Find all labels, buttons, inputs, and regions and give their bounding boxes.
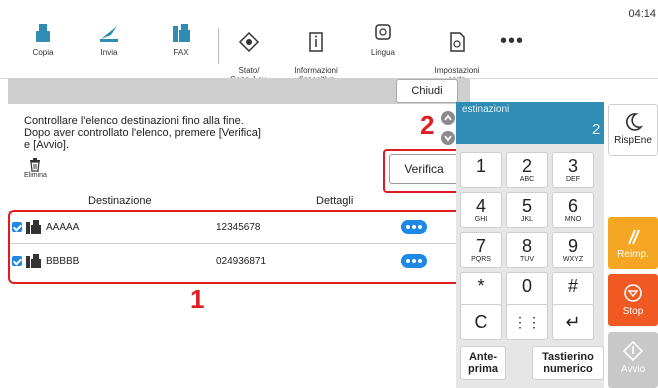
reset-button[interactable]: Reimp.	[608, 217, 658, 269]
callout-number-2: 2	[420, 110, 435, 140]
numeric-keypad-button[interactable]: Tastierino numerico	[532, 346, 604, 380]
more-options-icon[interactable]	[401, 254, 427, 268]
paper-settings-icon	[450, 32, 465, 52]
key-6[interactable]: 6 MNO	[552, 192, 594, 228]
send-icon	[100, 26, 118, 42]
start-icon	[622, 340, 644, 362]
toolbar-fax-button[interactable]: FAX	[151, 22, 211, 57]
column-details: Dettagli	[316, 195, 354, 207]
column-destination: Destinazione	[88, 195, 152, 207]
toolbar-send-button[interactable]: Invia	[79, 22, 139, 57]
toolbar-device-info-button[interactable]: Informazioni dispositivo	[286, 22, 346, 84]
fax-icon	[173, 24, 190, 42]
key-5[interactable]: 5 JKL	[506, 192, 548, 228]
toolbar-paper-settings-button[interactable]: Impostazioni carta	[427, 22, 487, 84]
close-button[interactable]: Chiudi	[396, 79, 458, 103]
delete-button[interactable]: Elimina	[24, 157, 47, 179]
more-options-icon[interactable]	[401, 220, 427, 234]
stop-button[interactable]: Stop	[608, 274, 658, 326]
key-9[interactable]: 9 WXYZ	[552, 232, 594, 268]
destination-counter-label: estinazioni	[462, 104, 510, 115]
chevron-up-icon	[444, 114, 452, 121]
device-info-icon	[309, 32, 323, 52]
preview-button[interactable]: Ante- prima	[460, 346, 506, 380]
start-button[interactable]: Avvio	[608, 332, 658, 388]
row-checkbox[interactable]	[12, 256, 22, 266]
key-4[interactable]: 4 GHI	[460, 192, 502, 228]
reset-icon	[628, 229, 640, 245]
verify-button[interactable]: Verifica	[389, 154, 459, 184]
destination-counter-value: 2	[592, 121, 601, 138]
row-divider	[10, 243, 458, 244]
grid-icon: ⋮⋮	[513, 314, 541, 330]
row-detail: 12345678	[216, 222, 261, 233]
fax-icon	[26, 220, 41, 234]
more-button[interactable]: •••	[500, 30, 524, 53]
fax-icon	[26, 254, 41, 268]
toolbar-send-label: Invia	[100, 48, 118, 57]
key-hash[interactable]: #	[552, 272, 594, 308]
start-label: Avvio	[620, 364, 646, 375]
stop-label: Stop	[622, 306, 644, 317]
toolbar-fax-label: FAX	[173, 48, 189, 57]
row-detail: 024936871	[216, 256, 267, 267]
key-asterisk[interactable]: *	[460, 272, 502, 308]
grid-key[interactable]: ⋮⋮	[506, 304, 548, 340]
language-icon	[375, 24, 391, 40]
instruction-message: Controllare l'elenco destinazioni fino a…	[24, 115, 261, 151]
key-7[interactable]: 7 PQRS	[460, 232, 502, 268]
job-status-icon	[238, 31, 260, 53]
delete-label: Elimina	[24, 172, 47, 179]
clock: 04:14	[628, 8, 656, 20]
callout-number-1: 1	[190, 284, 205, 314]
toolbar-copy-label: Copia	[32, 48, 54, 57]
key-3[interactable]: 3 DEF	[552, 152, 594, 188]
reset-label: Reimp.	[617, 249, 649, 260]
enter-key[interactable]: ↵	[552, 304, 594, 340]
toolbar-job-status-button[interactable]: Stato/ Canc. Lav.	[219, 22, 279, 84]
row-checkbox[interactable]	[12, 222, 22, 232]
table-row[interactable]: AAAAA 12345678	[10, 213, 458, 243]
clear-key[interactable]: C	[460, 304, 502, 340]
key-1[interactable]: 1	[460, 152, 502, 188]
key-0[interactable]: 0	[506, 272, 548, 308]
chevron-down-icon	[444, 135, 452, 142]
table-row[interactable]: BBBBB 024936871	[10, 247, 458, 277]
trash-icon	[30, 158, 41, 172]
row-destination: BBBBB	[46, 256, 80, 267]
moon-icon	[626, 113, 644, 131]
stop-icon	[624, 284, 642, 302]
enter-icon: ↵	[565, 312, 581, 332]
toolbar-language-button[interactable]: Lingua	[353, 22, 413, 57]
copy-icon	[36, 24, 50, 42]
scroll-up-button[interactable]	[441, 111, 455, 125]
key-8[interactable]: 8 TUV	[506, 232, 548, 268]
key-2[interactable]: 2 ABC	[506, 152, 548, 188]
scroll-down-button[interactable]	[441, 131, 455, 145]
toolbar-copy-button[interactable]: Copia	[13, 22, 73, 57]
energy-saver-button[interactable]: RispEne	[608, 104, 658, 156]
energy-saver-label: RispEne	[614, 135, 652, 146]
row-destination: AAAAA	[46, 222, 80, 233]
toolbar-language-label: Lingua	[370, 48, 396, 57]
